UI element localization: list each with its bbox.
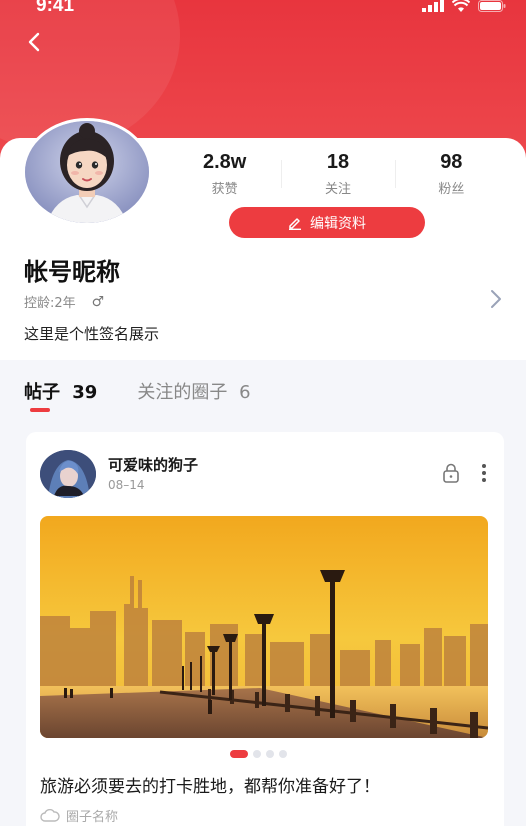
- stat-fans[interactable]: 98 粉丝: [394, 150, 508, 198]
- tab-circles-count: 6: [239, 382, 251, 403]
- bio: 这里是个性签名展示: [24, 325, 160, 343]
- post-avatar-illustration: [40, 450, 96, 498]
- stat-following[interactable]: 18 关注: [281, 150, 394, 198]
- stat-likes-value: 2.8w: [202, 151, 247, 173]
- pencil-icon: [289, 217, 301, 230]
- avatar-illustration: [25, 121, 149, 223]
- signal-icon: [422, 0, 444, 12]
- back-button[interactable]: [20, 28, 48, 56]
- stat-fans-label: 粉丝: [438, 182, 465, 197]
- image-carousel-dots: [230, 750, 287, 758]
- active-tab-indicator: [30, 408, 50, 412]
- profile-meta: 控龄:2年 ♂: [24, 292, 105, 312]
- sunset-cityscape-image: [40, 516, 488, 738]
- more-button[interactable]: [476, 462, 492, 484]
- stat-following-label: 关注: [324, 182, 351, 197]
- carousel-dot[interactable]: [266, 750, 274, 758]
- lock-icon: [443, 463, 459, 483]
- lock-button[interactable]: [440, 462, 462, 484]
- user-avatar[interactable]: [22, 118, 152, 226]
- battery-icon: [478, 0, 506, 12]
- content-tabs: 帖子 39 关注的圈子 6: [24, 378, 251, 416]
- status-bar: 9:41: [0, 0, 526, 22]
- carousel-dot[interactable]: [253, 750, 261, 758]
- post-date: 08–14: [108, 478, 145, 492]
- circle-cloud-icon: [40, 808, 60, 822]
- edit-profile-button[interactable]: 编辑资料: [229, 207, 425, 238]
- post-author-name[interactable]: 可爱味的狗子: [108, 454, 198, 475]
- post-card[interactable]: 可爱味的狗子 08–14 旅游必须要去的打卡胜地，都帮你准备好了！ 圈子名称: [26, 432, 504, 826]
- more-vertical-icon: [482, 464, 486, 482]
- status-time: 9:41: [36, 0, 75, 16]
- post-author-avatar[interactable]: [40, 450, 96, 498]
- carousel-dot[interactable]: [230, 750, 248, 758]
- gender-icon: ♂: [91, 293, 105, 310]
- stat-likes[interactable]: 2.8w 获赞: [168, 150, 281, 198]
- account-age: 控龄:2年: [24, 296, 76, 311]
- stat-likes-label: 获赞: [211, 182, 238, 197]
- profile-detail-arrow[interactable]: [488, 287, 504, 311]
- stat-following-value: 18: [326, 151, 350, 173]
- post-title[interactable]: 旅游必须要去的打卡胜地，都帮你准备好了！: [40, 772, 380, 797]
- profile-stats: 2.8w 获赞 18 关注 98 粉丝: [168, 150, 508, 198]
- nickname: 帐号昵称: [24, 258, 120, 286]
- status-icons: [422, 0, 506, 14]
- carousel-dot[interactable]: [279, 750, 287, 758]
- back-chevron-icon: [28, 32, 40, 52]
- post-image[interactable]: [40, 516, 488, 738]
- edit-profile-label: 编辑资料: [310, 215, 366, 232]
- tab-posts-count: 39: [72, 382, 98, 403]
- stat-fans-value: 98: [440, 151, 463, 173]
- tab-followed-circles[interactable]: 关注的圈子 6: [137, 378, 250, 416]
- tab-circles-label: 关注的圈子: [137, 382, 228, 403]
- tab-posts-label: 帖子: [24, 382, 60, 403]
- wifi-icon: [452, 0, 470, 12]
- post-circle-tag[interactable]: 圈子名称: [40, 806, 118, 825]
- chevron-right-icon: [491, 290, 501, 308]
- circle-name: 圈子名称: [66, 810, 119, 825]
